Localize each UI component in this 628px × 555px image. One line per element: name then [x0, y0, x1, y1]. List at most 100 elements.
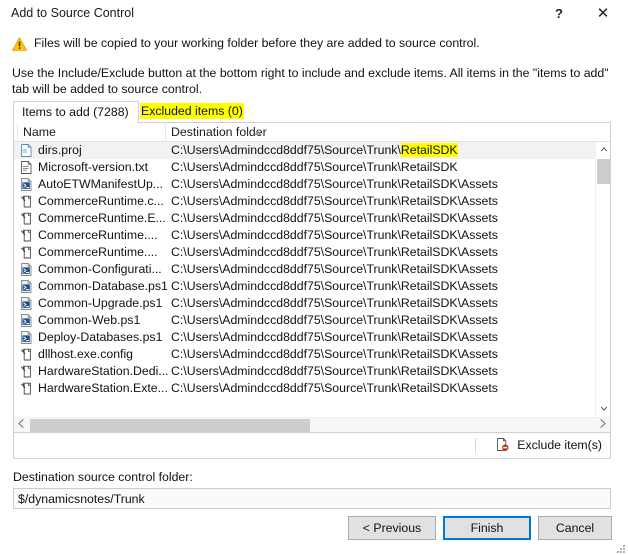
- destination-folder-cell: C:\Users\Admindccd8ddf75\Source\Trunk\Re…: [171, 364, 498, 378]
- tab-excluded-items[interactable]: Excluded items (0): [136, 101, 248, 122]
- destination-folder-cell: C:\Users\Admindccd8ddf75\Source\Trunk\Re…: [171, 381, 498, 395]
- window-title: Add to Source Control: [11, 6, 134, 20]
- toolbar-separator: [475, 438, 476, 453]
- file-name-cell: dirs.proj: [38, 143, 82, 157]
- tab-items-to-add[interactable]: Items to add (7288): [13, 101, 139, 124]
- scroll-down-icon[interactable]: [596, 402, 611, 417]
- header-divider: [165, 124, 166, 141]
- tab-items-to-add-label: Items to add (7288): [22, 105, 129, 119]
- exclude-toolbar: Exclude item(s): [13, 433, 611, 459]
- vertical-scrollbar[interactable]: [595, 142, 610, 417]
- header-divider: [17, 124, 18, 141]
- table-row[interactable]: Common-Web.ps1 C:\Users\Admindccd8ddf75\S…: [14, 312, 597, 329]
- config-file-icon: [20, 365, 33, 378]
- destination-folder-cell: C:\Users\Admindccd8ddf75\Source\Trunk\Re…: [171, 160, 458, 174]
- warning-text: Files will be copied to your working fol…: [34, 36, 480, 50]
- title-bar: Add to Source Control ? ✕: [0, 0, 628, 30]
- list-column-headers: Name Destination folder: [14, 123, 610, 142]
- config-file-icon: [20, 229, 33, 242]
- powershell-file-icon: [20, 280, 33, 293]
- warning-banner: Files will be copied to your working fol…: [11, 36, 612, 54]
- scroll-up-icon[interactable]: [596, 142, 611, 157]
- instructions-text: Use the Include/Exclude button at the bo…: [12, 66, 609, 96]
- powershell-file-icon: [20, 297, 33, 310]
- file-name-cell: dllhost.exe.config: [38, 347, 134, 361]
- file-name-cell: CommerceRuntime....: [38, 228, 158, 242]
- file-name-cell: CommerceRuntime....: [38, 245, 158, 259]
- horizontal-scroll-thumb[interactable]: [30, 419, 310, 432]
- resize-grip[interactable]: [616, 544, 625, 553]
- table-row[interactable]: AutoETWManifestUp... C:\Users\Admindccd8d…: [14, 176, 597, 193]
- text-file-icon: [20, 161, 33, 174]
- warning-triangle-icon: [11, 36, 28, 51]
- file-name-cell: HardwareStation.Dedi...: [38, 364, 169, 378]
- destination-folder-input[interactable]: [13, 488, 611, 509]
- cancel-button[interactable]: Cancel: [538, 516, 612, 540]
- config-file-icon: [20, 246, 33, 259]
- destination-folder-cell: C:\Users\Admindccd8ddf75\Source\Trunk\Re…: [171, 296, 498, 310]
- powershell-file-icon: [20, 178, 33, 191]
- file-name-cell: Common-Web.ps1: [38, 313, 141, 327]
- destination-folder-cell: C:\Users\Admindccd8ddf75\Source\Trunk\Re…: [171, 211, 498, 225]
- destination-folder-cell: C:\Users\Admindccd8ddf75\Source\Trunk\Re…: [171, 143, 458, 157]
- file-name-cell: CommerceRuntime.E...: [38, 211, 166, 225]
- file-name-cell: HardwareStation.Exte...: [38, 381, 168, 395]
- table-row[interactable]: CommerceRuntime.... C:\Users\Admindccd8dd…: [14, 244, 597, 261]
- tab-excluded-items-label: Excluded items (0): [140, 103, 244, 119]
- config-file-icon: [20, 195, 33, 208]
- table-row[interactable]: CommerceRuntime.E... C:\Users\Admindccd8d…: [14, 210, 597, 227]
- destination-folder-cell: C:\Users\Admindccd8ddf75\Source\Trunk\Re…: [171, 262, 498, 276]
- previous-button[interactable]: < Previous: [348, 516, 436, 540]
- file-name-cell: CommerceRuntime.c...: [38, 194, 164, 208]
- table-row[interactable]: CommerceRuntime.c... C:\Users\Admindccd8d…: [14, 193, 597, 210]
- file-name-cell: Deploy-Databases.ps1: [38, 330, 163, 344]
- destination-folder-cell: C:\Users\Admindccd8ddf75\Source\Trunk\Re…: [171, 177, 498, 191]
- destination-folder-cell: C:\Users\Admindccd8ddf75\Source\Trunk\Re…: [171, 194, 498, 208]
- file-name-cell: Common-Upgrade.ps1: [38, 296, 163, 310]
- destination-folder-cell: C:\Users\Admindccd8ddf75\Source\Trunk\Re…: [171, 228, 498, 242]
- file-name-cell: AutoETWManifestUp...: [38, 177, 164, 191]
- table-row[interactable]: Microsoft-version.txt C:\Users\Admindccd8…: [14, 159, 597, 176]
- config-file-icon: [20, 382, 33, 395]
- powershell-file-icon: [20, 314, 33, 327]
- destination-folder-cell: C:\Users\Admindccd8ddf75\Source\Trunk\Re…: [171, 347, 498, 361]
- destination-folder-cell: C:\Users\Admindccd8ddf75\Source\Trunk\Re…: [171, 279, 498, 293]
- table-row[interactable]: HardwareStation.Dedi... C:\Users\Admindcc…: [14, 363, 597, 380]
- table-row[interactable]: HardwareStation.Exte... C:\Users\Admindcc…: [14, 380, 597, 397]
- destination-highlight: RetailSDK: [400, 143, 458, 157]
- table-row[interactable]: dirs.proj C:\Users\Admindccd8ddf75\Source…: [14, 142, 597, 159]
- destination-folder-label: Destination source control folder:: [13, 470, 193, 484]
- vertical-scroll-thumb[interactable]: [597, 159, 610, 184]
- exclude-item-icon: [496, 438, 509, 451]
- destination-folder-cell: C:\Users\Admindccd8ddf75\Source\Trunk\Re…: [171, 313, 498, 327]
- horizontal-scrollbar[interactable]: [14, 417, 610, 432]
- destination-folder-cell: C:\Users\Admindccd8ddf75\Source\Trunk\Re…: [171, 330, 498, 344]
- sort-ascending-icon: [254, 131, 262, 135]
- list-rows[interactable]: dirs.proj C:\Users\Admindccd8ddf75\Source…: [14, 142, 597, 417]
- config-file-icon: [20, 212, 33, 225]
- exclude-items-button[interactable]: Exclude item(s): [496, 436, 602, 455]
- column-header-name[interactable]: Name: [23, 125, 56, 139]
- table-row[interactable]: Common-Database.ps1 C:\Users\Admindccd8dd…: [14, 278, 597, 295]
- scroll-right-icon[interactable]: [595, 418, 610, 433]
- exclude-items-label: Exclude item(s): [517, 438, 602, 452]
- proj-file-icon: [20, 144, 33, 157]
- table-row[interactable]: Common-Upgrade.ps1 C:\Users\Admindccd8ddf…: [14, 295, 597, 312]
- file-name-cell: Common-Configurati...: [38, 262, 162, 276]
- finish-button[interactable]: Finish: [443, 516, 531, 540]
- scroll-left-icon[interactable]: [14, 418, 29, 433]
- powershell-file-icon: [20, 263, 33, 276]
- items-list-panel: Name Destination folder dirs.proj C:\User…: [13, 122, 611, 433]
- table-row[interactable]: Common-Configurati... C:\Users\Admindccd8…: [14, 261, 597, 278]
- column-header-destination[interactable]: Destination folder: [171, 125, 267, 139]
- table-row[interactable]: CommerceRuntime.... C:\Users\Admindccd8dd…: [14, 227, 597, 244]
- destination-folder-cell: C:\Users\Admindccd8ddf75\Source\Trunk\Re…: [171, 245, 498, 259]
- table-row[interactable]: dllhost.exe.config C:\Users\Admindccd8ddf…: [14, 346, 597, 363]
- table-row[interactable]: Deploy-Databases.ps1 C:\Users\Admindccd8d…: [14, 329, 597, 346]
- powershell-file-icon: [20, 331, 33, 344]
- help-button[interactable]: ?: [542, 0, 576, 28]
- file-name-cell: Microsoft-version.txt: [38, 160, 149, 174]
- file-name-cell: Common-Database.ps1: [38, 279, 168, 293]
- close-button[interactable]: ✕: [586, 0, 620, 28]
- config-file-icon: [20, 348, 33, 361]
